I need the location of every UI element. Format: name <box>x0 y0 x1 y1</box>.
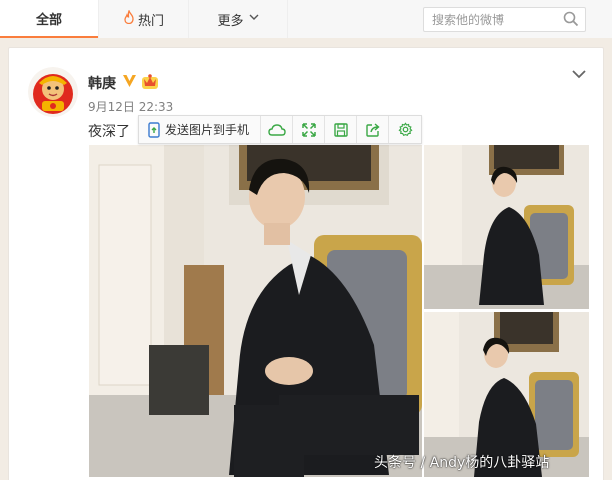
phone-icon <box>148 121 160 138</box>
avatar[interactable] <box>28 67 78 117</box>
save-button[interactable] <box>325 116 357 143</box>
watermark-text: 头条号 / Andy杨的八卦驿站 <box>374 455 550 471</box>
save-icon <box>333 122 348 137</box>
settings-button[interactable] <box>389 116 421 143</box>
send-to-phone-label: 发送图片到手机 <box>165 123 250 137</box>
cloud-button[interactable] <box>261 116 293 143</box>
tab-more[interactable]: 更多 <box>188 0 288 38</box>
share-button[interactable] <box>357 116 389 143</box>
post-photo-main[interactable] <box>89 145 422 477</box>
chevron-down-icon[interactable] <box>571 66 587 82</box>
cloud-icon <box>267 123 286 136</box>
tab-hot-label: 热门 <box>137 13 164 29</box>
expand-button[interactable] <box>293 116 325 143</box>
settings-icon <box>398 122 412 137</box>
chevron-down-icon <box>249 14 259 24</box>
username[interactable]: 韩庚 <box>88 73 116 93</box>
search-box <box>423 7 586 32</box>
top-tab-bar: 全部 热门 更多 <box>0 0 612 38</box>
send-to-phone-button[interactable]: 发送图片到手机 <box>139 116 261 143</box>
verified-v-icon[interactable] <box>122 74 137 91</box>
post-photo-2[interactable] <box>424 145 589 309</box>
post-timestamp[interactable]: 9月12日 22:33 <box>88 98 173 115</box>
search-icon[interactable] <box>563 11 579 27</box>
tab-more-label: 更多 <box>217 13 244 29</box>
tab-all-label: 全部 <box>35 12 62 28</box>
fire-icon <box>123 9 135 28</box>
tab-hot[interactable]: 热门 <box>98 0 188 38</box>
search-input[interactable] <box>432 12 562 28</box>
tab-all[interactable]: 全部 <box>0 0 98 38</box>
weibo-post-card: 韩庚 9月12日 22:33 夜深了 发送图片到手机 <box>8 47 604 480</box>
expand-icon <box>301 122 316 137</box>
crown-badge-icon[interactable] <box>141 73 159 93</box>
post-text: 夜深了 <box>88 124 130 140</box>
share-icon <box>365 122 380 137</box>
image-toolbar: 发送图片到手机 <box>138 115 422 144</box>
